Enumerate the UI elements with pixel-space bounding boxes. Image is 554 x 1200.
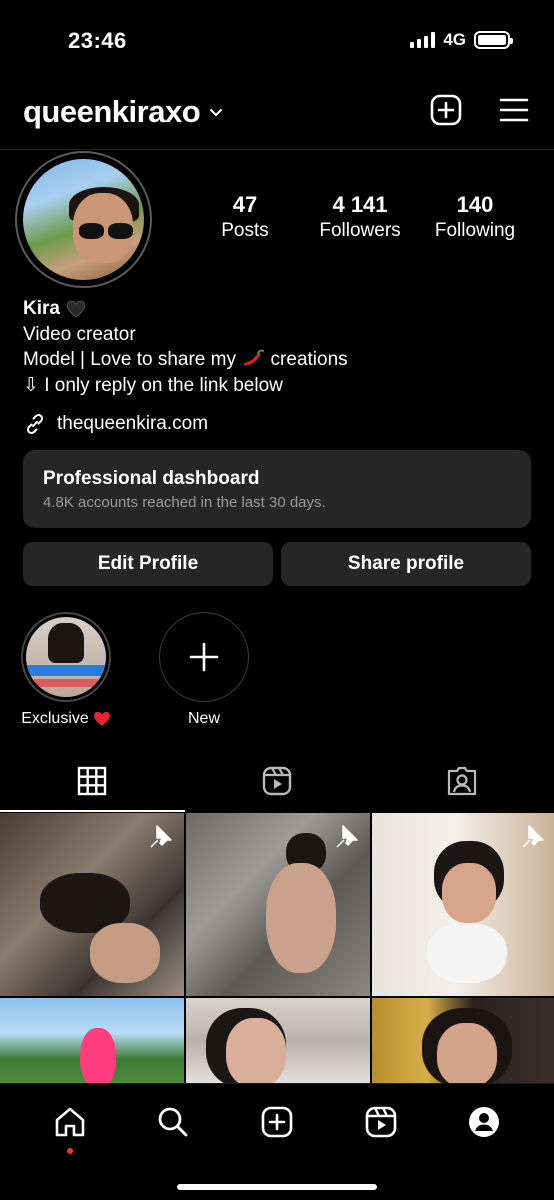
professional-dashboard[interactable]: Professional dashboard 4.8K accounts rea…: [23, 450, 531, 528]
profile-avatar[interactable]: [15, 151, 152, 288]
reels-icon: [262, 766, 292, 796]
highlight-cover: [26, 617, 106, 697]
dashboard-subtitle: 4.8K accounts reached in the last 30 day…: [43, 494, 326, 511]
link-text: thequeenkira.com: [57, 413, 209, 434]
tab-reels[interactable]: [185, 750, 370, 812]
post-thumbnail[interactable]: [0, 998, 184, 1086]
nav-reels[interactable]: [361, 1102, 401, 1142]
status-time: 23:46: [68, 28, 127, 53]
stat-posts[interactable]: 47 Posts: [190, 192, 300, 242]
tab-tagged[interactable]: [369, 750, 554, 812]
profile-tabs: [0, 750, 554, 812]
highlight-new[interactable]: New: [148, 612, 260, 728]
nav-search[interactable]: [153, 1102, 193, 1142]
bottom-navigation: [0, 1083, 554, 1200]
black-heart-icon: [66, 300, 86, 318]
following-label: Following: [434, 220, 516, 241]
display-name: Kira: [23, 298, 60, 319]
username-switcher[interactable]: queenkiraxo: [23, 94, 224, 130]
tagged-person-icon: [447, 766, 476, 796]
link-icon: [26, 413, 44, 435]
dashboard-title: Professional dashboard: [43, 468, 260, 489]
posts-grid: [0, 813, 554, 1086]
menu-icon[interactable]: [498, 94, 530, 126]
red-heart-icon: [93, 711, 110, 727]
nav-profile[interactable]: [464, 1102, 504, 1142]
post-thumbnail[interactable]: [0, 813, 184, 996]
post-thumbnail[interactable]: [186, 998, 370, 1086]
avatar-image: [23, 159, 144, 280]
posts-count: 47: [232, 192, 258, 217]
following-count: 140: [456, 192, 494, 217]
home-icon: [55, 1107, 85, 1137]
posts-label: Posts: [221, 220, 269, 241]
profile-link[interactable]: thequeenkira.com: [23, 412, 208, 436]
followers-count: 4 141: [332, 192, 388, 217]
chevron-down-icon: [210, 109, 223, 116]
highlight-label: Exclusive: [21, 710, 89, 727]
username: queenkiraxo: [23, 94, 201, 129]
grid-icon: [78, 766, 107, 796]
tab-posts-grid[interactable]: [0, 750, 185, 812]
status-bar: 23:46 4G: [0, 0, 554, 80]
nav-home[interactable]: [50, 1102, 90, 1154]
battery-icon: [474, 31, 513, 49]
share-profile-button[interactable]: Share profile: [281, 542, 531, 586]
highlight-exclusive[interactable]: Exclusive: [10, 612, 122, 728]
bio-line-2: Model | Love to share my creations: [23, 349, 348, 370]
create-plus-icon: [261, 1106, 293, 1138]
reels-icon: [365, 1106, 396, 1138]
edit-profile-button[interactable]: Edit Profile: [23, 542, 273, 586]
bio-line-1: Video creator: [23, 323, 136, 345]
profile-icon: [469, 1107, 500, 1137]
post-thumbnail[interactable]: [186, 813, 370, 996]
network-type: 4G: [443, 30, 466, 49]
notification-dot: [66, 1148, 73, 1154]
pin-icon: [522, 825, 544, 848]
signal-icon: [410, 32, 436, 48]
post-thumbnail[interactable]: [372, 998, 554, 1086]
nav-create[interactable]: [257, 1102, 297, 1142]
status-indicators: 4G: [410, 30, 513, 50]
profile-header: queenkiraxo: [0, 88, 554, 138]
pin-icon: [150, 825, 172, 848]
pin-icon: [336, 825, 358, 848]
highlight-label: New: [187, 710, 220, 727]
profile-bio: Kira Video creator Model | Love to share…: [23, 296, 533, 398]
post-thumbnail[interactable]: [372, 813, 554, 996]
bio-line-3: ⇩ I only reply on the link below: [23, 374, 283, 396]
profile-stats: 47 Posts 4 141 Followers 140 Following: [190, 192, 530, 242]
profile-actions: Edit Profile Share profile: [23, 542, 531, 586]
plus-icon: [189, 642, 219, 672]
display-name-row: Kira: [23, 296, 533, 322]
create-plus-icon[interactable]: [430, 94, 462, 126]
search-icon: [158, 1107, 188, 1137]
followers-label: Followers: [319, 220, 401, 241]
chili-pepper-icon: [244, 349, 265, 366]
header-divider: [0, 149, 554, 150]
home-indicator: [177, 1184, 377, 1190]
stat-following[interactable]: 140 Following: [420, 192, 530, 242]
stat-followers[interactable]: 4 141 Followers: [305, 192, 415, 242]
story-highlights: Exclusive New: [10, 612, 260, 728]
